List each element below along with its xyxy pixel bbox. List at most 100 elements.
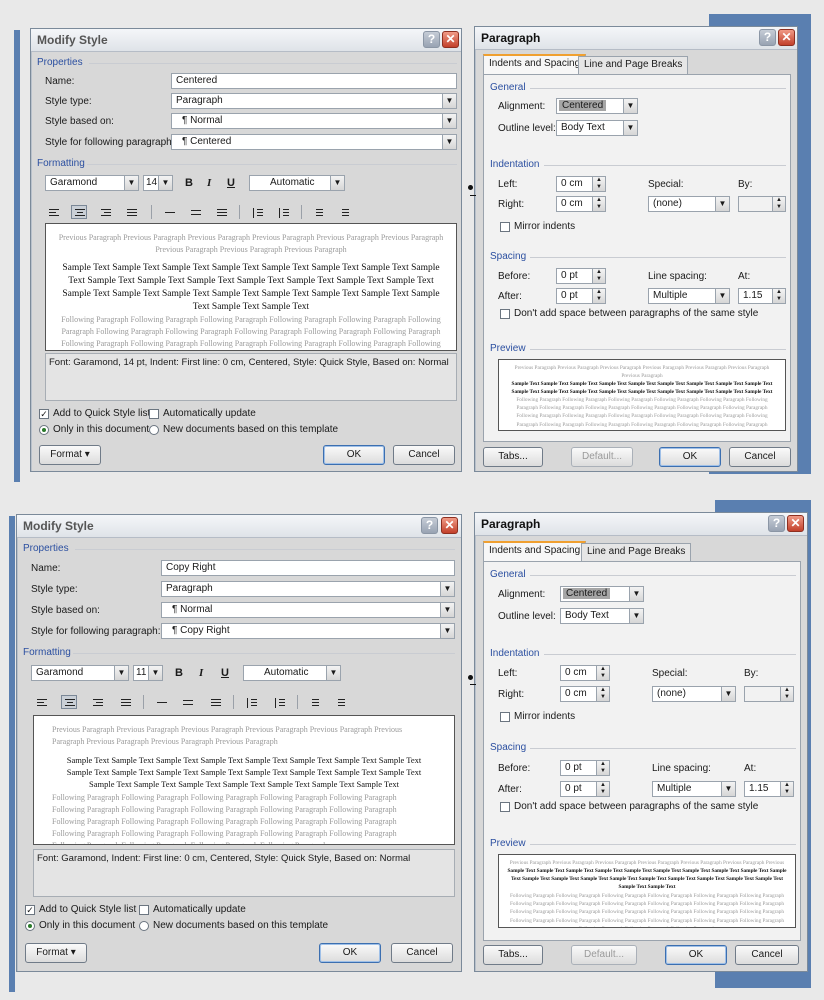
increase-spacing-icon[interactable] [249, 205, 265, 219]
chevron-down-icon[interactable]: ▼ [440, 582, 454, 596]
cancel-button[interactable]: Cancel [391, 943, 453, 963]
new-docs-radio[interactable] [139, 921, 149, 931]
dont-add-space-checkbox[interactable] [500, 309, 510, 319]
align-left-icon[interactable] [33, 695, 49, 709]
left-indent-stepper[interactable]: 0 cm ▲ ▼ [560, 665, 610, 681]
alignment-select[interactable]: Centered ▼ [556, 98, 638, 114]
spin-arrows[interactable]: ▲ ▼ [780, 687, 793, 701]
single-spacing-icon[interactable] [161, 205, 177, 219]
chevron-down-icon[interactable]: ▼ [629, 587, 643, 601]
bold-icon[interactable]: B [185, 177, 193, 189]
font-select[interactable]: Garamond ▼ [31, 665, 129, 681]
spin-arrows[interactable]: ▲ ▼ [780, 782, 793, 796]
double-spacing-icon[interactable] [207, 695, 223, 709]
add-quick-style-checkbox[interactable]: ✓ [25, 905, 35, 915]
chevron-down-icon[interactable]: ▼ [715, 197, 729, 211]
special-select[interactable]: (none) ▼ [648, 196, 730, 212]
chevron-down-icon[interactable]: ▼ [715, 289, 729, 303]
tab-line-page-breaks[interactable]: Line and Page Breaks [578, 56, 689, 74]
spin-arrows[interactable]: ▲ ▼ [592, 289, 605, 303]
before-stepper[interactable]: 0 pt ▲ ▼ [560, 760, 610, 776]
spin-arrows[interactable]: ▲ ▼ [592, 197, 605, 211]
name-field[interactable]: Centered [171, 73, 457, 89]
bold-icon[interactable]: B [175, 667, 183, 679]
right-indent-stepper[interactable]: 0 cm ▲ ▼ [556, 196, 606, 212]
chevron-down-icon[interactable]: ▼ [148, 666, 162, 680]
justify-icon[interactable] [123, 205, 139, 219]
left-indent-stepper[interactable]: 0 cm ▲ ▼ [556, 176, 606, 192]
underline-icon[interactable]: U [221, 667, 229, 679]
chevron-down-icon[interactable]: ▼ [442, 135, 456, 149]
right-indent-stepper[interactable]: 0 cm ▲ ▼ [560, 686, 610, 702]
chevron-down-icon[interactable]: ▼ [442, 114, 456, 128]
one-half-spacing-icon[interactable] [179, 695, 195, 709]
add-quick-style-checkbox[interactable]: ✓ [39, 409, 49, 419]
auto-update-checkbox[interactable] [149, 409, 159, 419]
italic-icon[interactable]: I [199, 667, 203, 679]
style-type-select[interactable]: Paragraph ▼ [171, 93, 457, 109]
chevron-down-icon[interactable]: ▼ [623, 99, 637, 113]
following-select[interactable]: ¶ Centered ▼ [171, 134, 457, 150]
titlebar[interactable]: Paragraph ? ✕ [475, 513, 807, 536]
decrease-spacing-icon[interactable] [275, 205, 291, 219]
ok-button[interactable]: OK [665, 945, 727, 965]
align-right-icon[interactable] [89, 695, 105, 709]
titlebar[interactable]: Modify Style ? ✕ [31, 29, 461, 52]
chevron-down-icon[interactable]: ▼ [721, 687, 735, 701]
cancel-button[interactable]: Cancel [393, 445, 455, 465]
spin-arrows[interactable]: ▲ ▼ [596, 761, 609, 775]
close-icon[interactable]: ✕ [441, 517, 458, 534]
close-icon[interactable]: ✕ [778, 29, 795, 46]
mirror-indents-checkbox[interactable] [500, 222, 510, 232]
font-size-select[interactable]: 11 ▼ [133, 665, 163, 681]
chevron-down-icon[interactable]: ▼ [326, 666, 340, 680]
after-stepper[interactable]: 0 pt ▲ ▼ [560, 781, 610, 797]
by-stepper[interactable]: ▲ ▼ [744, 686, 794, 702]
spin-arrows[interactable]: ▲ ▼ [592, 269, 605, 283]
special-select[interactable]: (none) ▼ [652, 686, 736, 702]
spin-arrows[interactable]: ▲ ▼ [596, 666, 609, 680]
ok-button[interactable]: OK [659, 447, 721, 467]
before-stepper[interactable]: 0 pt ▲ ▼ [556, 268, 606, 284]
spin-arrows[interactable]: ▲ ▼ [772, 289, 785, 303]
only-doc-radio[interactable] [25, 921, 35, 931]
one-half-spacing-icon[interactable] [187, 205, 203, 219]
chevron-down-icon[interactable]: ▼ [330, 176, 344, 190]
titlebar[interactable]: Paragraph ? ✕ [475, 27, 797, 50]
decrease-indent-icon[interactable] [309, 205, 325, 219]
ok-button[interactable]: OK [319, 943, 381, 963]
chevron-down-icon[interactable]: ▼ [124, 176, 138, 190]
style-type-select[interactable]: Paragraph ▼ [161, 581, 455, 597]
tab-line-page-breaks[interactable]: Line and Page Breaks [581, 543, 692, 561]
help-icon[interactable]: ? [759, 29, 776, 46]
underline-icon[interactable]: U [227, 177, 235, 189]
increase-indent-icon[interactable] [331, 695, 347, 709]
name-field[interactable]: Copy Right [161, 560, 455, 576]
align-right-icon[interactable] [97, 205, 113, 219]
chevron-down-icon[interactable]: ▼ [721, 782, 735, 796]
ok-button[interactable]: OK [323, 445, 385, 465]
italic-icon[interactable]: I [207, 177, 211, 189]
chevron-down-icon[interactable]: ▼ [440, 624, 454, 638]
spin-arrows[interactable]: ▲ ▼ [596, 687, 609, 701]
font-color-select[interactable]: Automatic ▼ [249, 175, 345, 191]
help-icon[interactable]: ? [421, 517, 438, 534]
format-button[interactable]: Format ▾ [39, 445, 101, 465]
based-on-select[interactable]: ¶ Normal ▼ [171, 113, 457, 129]
increase-indent-icon[interactable] [335, 205, 351, 219]
dont-add-space-checkbox[interactable] [500, 802, 510, 812]
at-stepper[interactable]: 1.15 ▲ ▼ [744, 781, 794, 797]
tabs-button[interactable]: Tabs... [483, 447, 543, 467]
justify-icon[interactable] [117, 695, 133, 709]
following-select[interactable]: ¶ Copy Right ▼ [161, 623, 455, 639]
at-stepper[interactable]: 1.15 ▲ ▼ [738, 288, 786, 304]
align-left-icon[interactable] [45, 205, 61, 219]
default-button[interactable]: Default... [571, 447, 633, 467]
default-button[interactable]: Default... [571, 945, 637, 965]
font-select[interactable]: Garamond ▼ [45, 175, 139, 191]
chevron-down-icon[interactable]: ▼ [629, 609, 643, 623]
decrease-indent-icon[interactable] [305, 695, 321, 709]
chevron-down-icon[interactable]: ▼ [114, 666, 128, 680]
by-stepper[interactable]: ▲ ▼ [738, 196, 786, 212]
increase-spacing-icon[interactable] [243, 695, 259, 709]
